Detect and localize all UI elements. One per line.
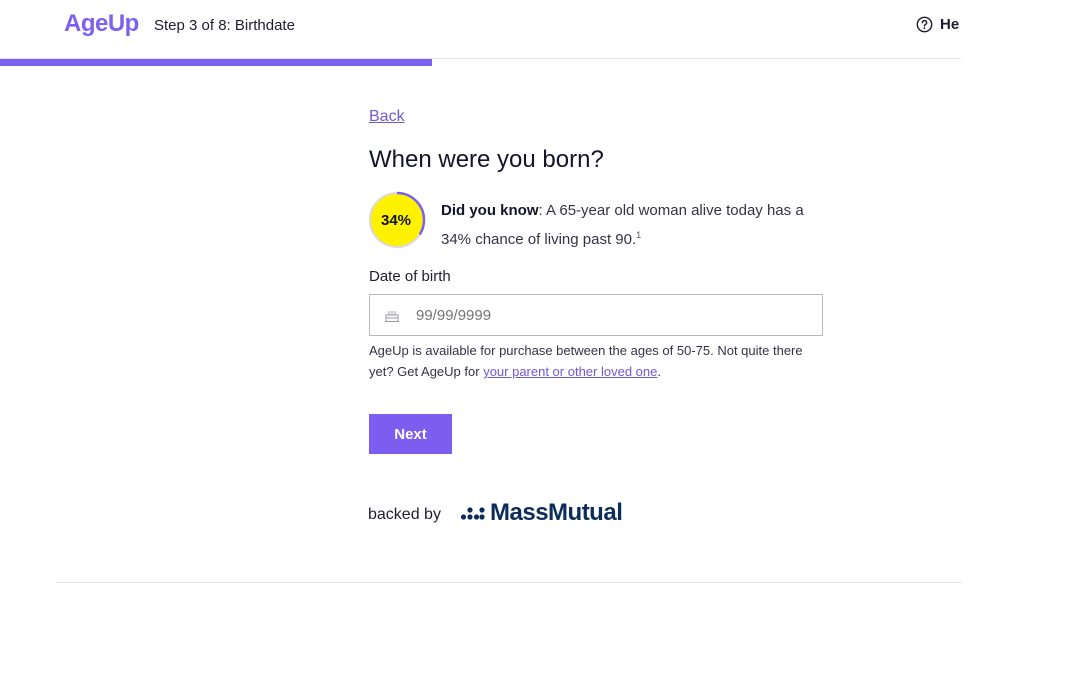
fun-fact: Did you know: A 65-year old woman alive … xyxy=(441,199,831,252)
massmutual-dots-icon xyxy=(460,507,485,520)
footnote-marker[interactable]: 1 xyxy=(636,230,641,240)
stat-value: 34% xyxy=(380,211,412,229)
help-label: He xyxy=(940,16,960,33)
massmutual-name: MassMutual xyxy=(490,499,623,526)
dob-field[interactable] xyxy=(369,294,823,336)
page: AgeUp Step 3 of 8: Birthdate He Back Whe… xyxy=(0,0,961,690)
loved-one-link[interactable]: your parent or other loved one xyxy=(483,364,657,379)
ageup-logo[interactable]: AgeUp xyxy=(64,10,139,38)
dob-label: Date of birth xyxy=(369,268,451,285)
fact-lead: Did you know xyxy=(441,202,539,219)
back-link[interactable]: Back xyxy=(369,108,405,126)
progress-fill xyxy=(0,59,433,66)
step-indicator: Step 3 of 8: Birthdate xyxy=(154,17,295,34)
massmutual-logo: MassMutual xyxy=(460,499,623,527)
top-header: AgeUp Step 3 of 8: Birthdate He xyxy=(0,0,961,59)
footer-divider xyxy=(56,582,961,583)
availability-note: AgeUp is available for purchase between … xyxy=(369,340,829,382)
help-link[interactable]: He xyxy=(916,16,959,33)
next-button[interactable]: Next xyxy=(369,414,452,454)
birthday-cake-icon xyxy=(385,311,399,322)
availability-end: . xyxy=(657,364,661,379)
help-icon xyxy=(916,16,933,33)
backed-by-label: backed by xyxy=(368,506,441,523)
progress-bar xyxy=(0,59,961,66)
dob-input[interactable] xyxy=(414,305,798,325)
logo-text: AgeUp xyxy=(64,10,139,37)
page-title: When were you born? xyxy=(369,146,604,173)
